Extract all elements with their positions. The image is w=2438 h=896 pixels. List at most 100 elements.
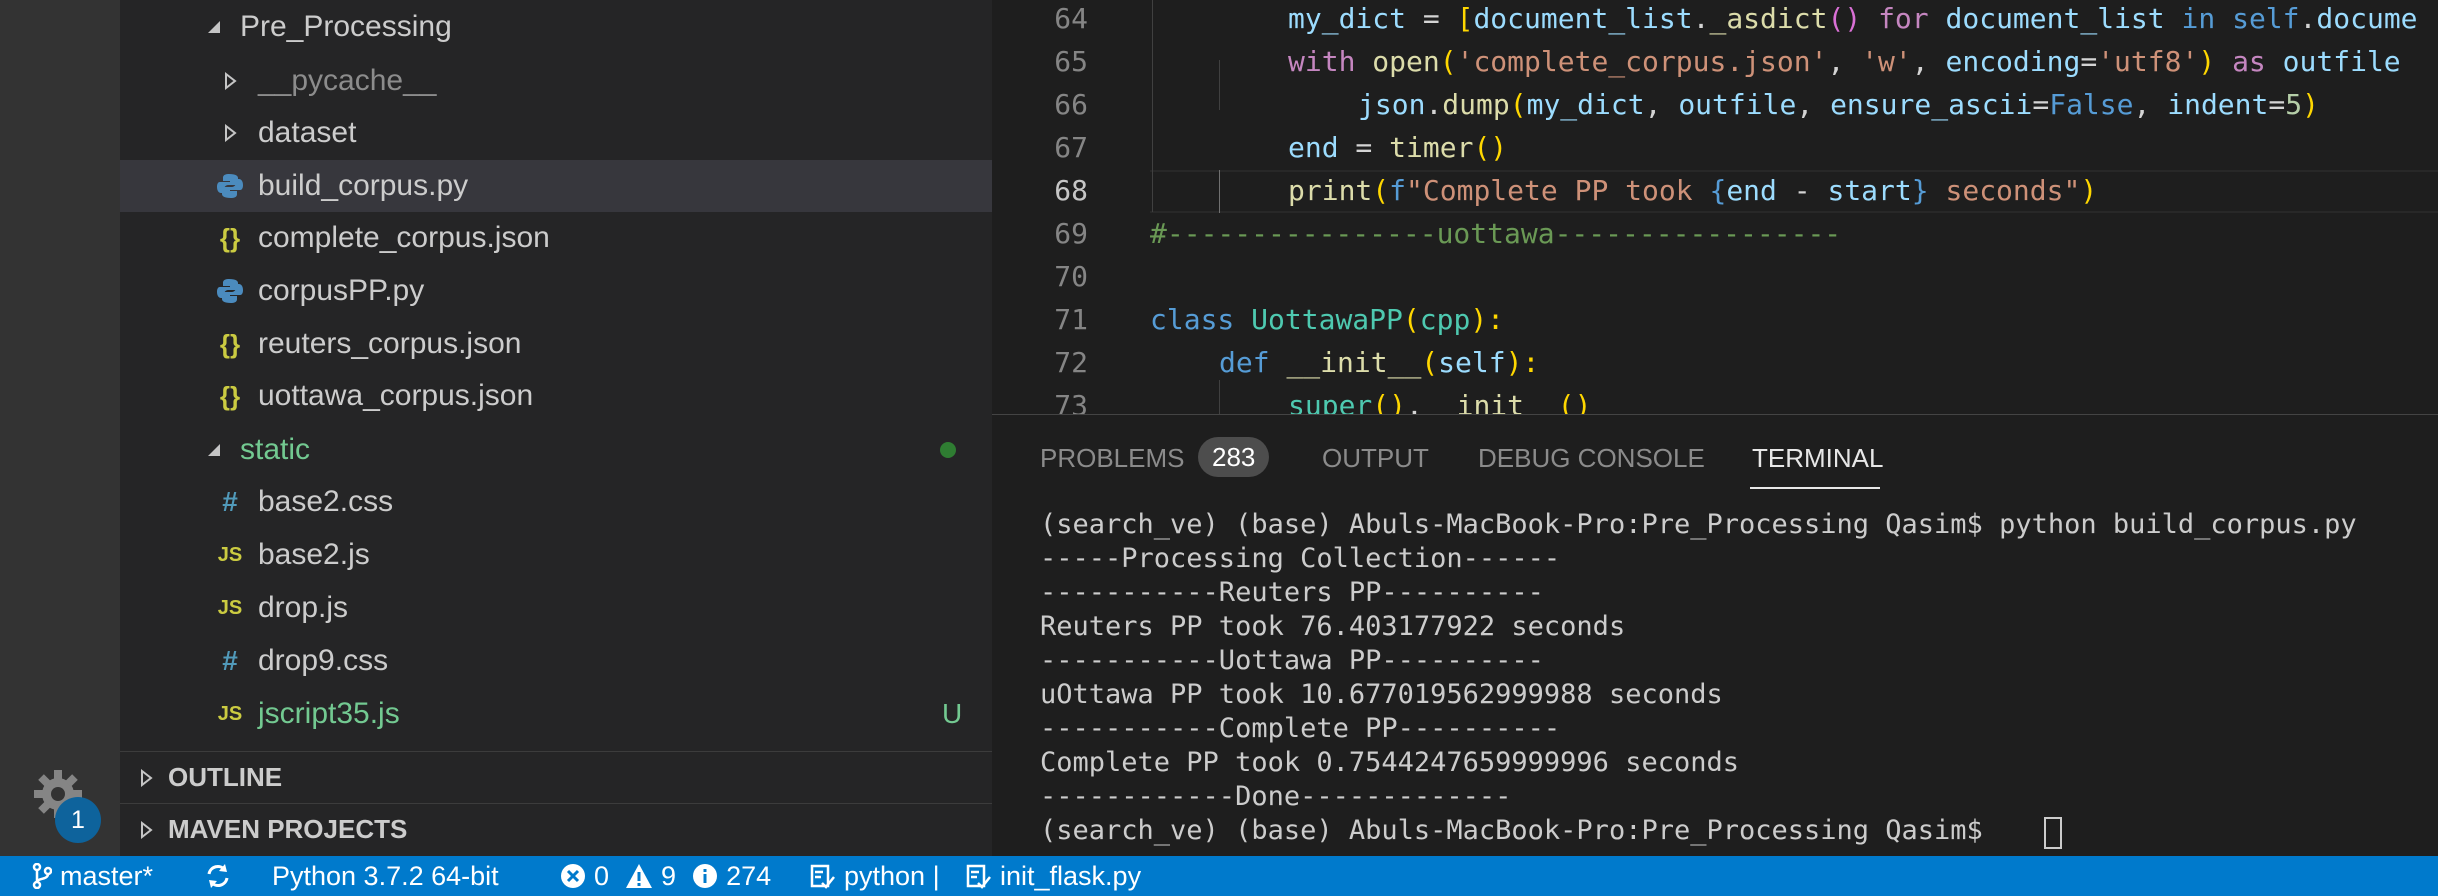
- tree-item-label: corpusPP.py: [258, 274, 425, 307]
- code-token: ,: [1796, 88, 1831, 121]
- info-count: 274: [726, 860, 772, 891]
- line-number: 72: [1054, 346, 1088, 379]
- code-token: (: [1421, 346, 1439, 379]
- tree-item-pycache[interactable]: __pycache__: [120, 55, 992, 107]
- tree-item-label: __pycache__: [258, 64, 437, 97]
- code-token: document_list: [1473, 2, 1693, 35]
- code-token: ):: [1505, 346, 1540, 379]
- bottom-panel: PROBLEMS 283 OUTPUT DEBUG CONSOLE TERMIN…: [992, 414, 2438, 856]
- section-label: OUTLINE: [168, 762, 283, 792]
- tree-item-build-corpus[interactable]: build_corpus.py: [120, 160, 992, 212]
- line-number: 65: [1054, 45, 1088, 78]
- tree-item-dataset[interactable]: dataset: [120, 107, 992, 159]
- python-file-icon: [214, 265, 246, 317]
- interpreter-label: Python 3.7.2 64-bit: [272, 860, 499, 891]
- code-token: ):: [1470, 303, 1505, 336]
- sync-icon: [204, 862, 232, 890]
- tree-item-jscript35-js[interactable]: JS jscript35.js U: [120, 688, 992, 740]
- tree-item-static[interactable]: static: [120, 424, 992, 476]
- tab-problems[interactable]: PROBLEMS: [1040, 443, 1185, 474]
- info-icon: [692, 863, 718, 889]
- tree-item-corpuspp[interactable]: corpusPP.py: [120, 265, 992, 317]
- tab-debug-console[interactable]: DEBUG CONSOLE: [1478, 443, 1705, 474]
- code-token: ): [2080, 174, 2098, 207]
- code-token: self: [1438, 346, 1506, 379]
- maven-projects-section-header[interactable]: MAVEN PROJECTS: [120, 803, 992, 855]
- problems-summary-item[interactable]: 0 9 274: [560, 856, 771, 896]
- modified-dot-icon: [940, 442, 956, 458]
- error-icon: [560, 863, 586, 889]
- linter-file-item[interactable]: init_flask.py: [966, 856, 1141, 896]
- language-mode-item[interactable]: python |: [810, 856, 940, 896]
- indent-guide: [1219, 170, 1220, 213]
- code-line-71: class UottawaPP(cpp):: [1150, 303, 1504, 336]
- code-token: document_list: [1945, 2, 2165, 35]
- tab-terminal[interactable]: TERMINAL: [1752, 443, 1883, 474]
- python-interpreter-item[interactable]: Python 3.7.2 64-bit: [272, 856, 499, 896]
- code-line-66: json.dump(my_dict, outfile, ensure_ascii…: [1358, 88, 2319, 121]
- tree-item-base2-js[interactable]: JS base2.js: [120, 529, 992, 581]
- json-file-icon: {}: [219, 328, 241, 359]
- json-file-icon: {}: [219, 380, 241, 411]
- terminal-line: uOttawa PP took 10.677019562999988 secon…: [1040, 679, 1723, 710]
- tree-item-complete-corpus-json[interactable]: {} complete_corpus.json: [120, 212, 992, 264]
- tree-item-pre-processing[interactable]: Pre_Processing: [120, 1, 992, 53]
- code-line-65: with open('complete_corpus.json', 'w', e…: [1288, 45, 2401, 78]
- git-branch-item[interactable]: master*: [32, 856, 153, 896]
- code-token: 5: [2285, 88, 2303, 121]
- code-line-68: print(f"Complete PP took {end - start} s…: [1288, 174, 2097, 207]
- json-file-icon: {}: [219, 222, 241, 253]
- code-token: dump: [1442, 88, 1510, 121]
- line-number: 66: [1054, 88, 1088, 121]
- untracked-badge: U: [942, 698, 963, 729]
- sync-button[interactable]: [204, 856, 240, 896]
- code-token: "Complete PP took: [1406, 174, 1710, 207]
- code-token: (: [1402, 303, 1420, 336]
- css-file-icon: #: [222, 486, 238, 517]
- tree-item-base2-css[interactable]: # base2.css: [120, 476, 992, 528]
- tree-item-label: dataset: [258, 116, 357, 149]
- outline-section-header[interactable]: OUTLINE: [120, 751, 992, 803]
- code-token: }: [1911, 174, 1929, 207]
- tree-item-reuters-corpus-json[interactable]: {} reuters_corpus.json: [120, 318, 992, 370]
- code-token: ,: [1911, 45, 1946, 78]
- tree-item-drop-js[interactable]: JS drop.js: [120, 582, 992, 634]
- code-token: 'w': [1861, 45, 1912, 78]
- code-token: =: [1338, 131, 1390, 164]
- terminal-prompt[interactable]: (search_ve) (base) Abuls-MacBook-Pro:Pre…: [1040, 815, 1999, 846]
- code-token: .: [2299, 2, 2317, 35]
- line-number: 69: [1054, 217, 1088, 250]
- tree-item-label: drop.js: [258, 591, 349, 624]
- code-token: (: [1439, 45, 1457, 78]
- code-token: UottawaPP: [1251, 303, 1403, 336]
- code-token: (): [1557, 389, 1592, 414]
- code-token: 'complete_corpus.json': [1456, 45, 1828, 78]
- explorer-sidebar: Pre_Processing __pycache__ dataset build…: [120, 0, 992, 856]
- settings-update-badge: 1: [55, 797, 101, 843]
- code-token: __init__: [1422, 389, 1558, 414]
- code-token: [: [1456, 2, 1474, 35]
- code-token: ): [2302, 88, 2319, 121]
- tree-item-drop9-css[interactable]: # drop9.css: [120, 635, 992, 687]
- tree-item-uottawa-corpus-json[interactable]: {} uottawa_corpus.json: [120, 370, 992, 422]
- code-token: f: [1389, 174, 1407, 207]
- code-line-64: my_dict = [document_list._asdict() for d…: [1288, 2, 2418, 35]
- code-editor[interactable]: 64 65 66 67 68 69 70 71 72 73 my_dict = …: [992, 0, 2438, 414]
- code-token: ,: [1644, 88, 1679, 121]
- terminal-line: ------------Done-------------: [1040, 781, 1512, 812]
- code-token: with: [1288, 45, 1356, 78]
- code-token: (: [1509, 88, 1527, 121]
- language-label: python |: [844, 860, 940, 891]
- tab-output[interactable]: OUTPUT: [1322, 443, 1429, 474]
- code-token: outfile: [2282, 45, 2401, 78]
- tree-item-label: base2.js: [258, 538, 370, 571]
- tree-item-label: Pre_Processing: [240, 10, 452, 43]
- code-token: ,: [2133, 88, 2168, 121]
- terminal-line: Reuters PP took 76.403177922 seconds: [1040, 611, 1626, 642]
- code-token: outfile: [1678, 88, 1797, 121]
- terminal-line: -----------Uottawa PP----------: [1040, 645, 1544, 676]
- tree-item-label: drop9.css: [258, 644, 389, 677]
